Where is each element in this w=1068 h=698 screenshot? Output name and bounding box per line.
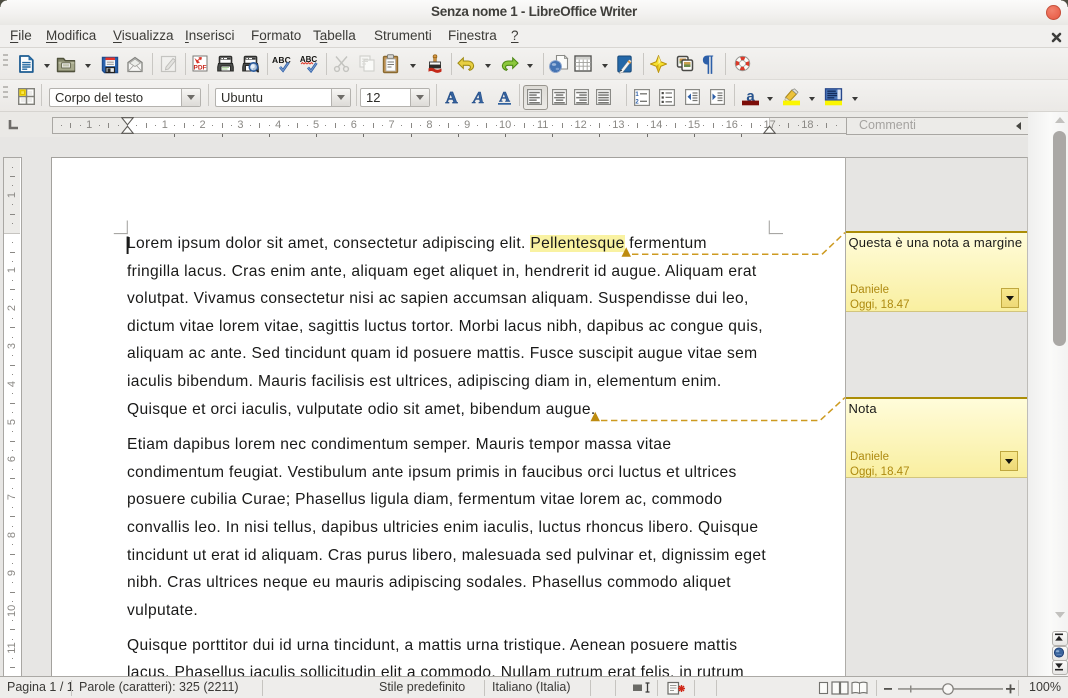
svg-text:A: A — [445, 89, 458, 106]
svg-text:A: A — [472, 89, 484, 106]
svg-text:PDF: PDF — [194, 65, 207, 72]
svg-text:¶: ¶ — [702, 53, 714, 74]
